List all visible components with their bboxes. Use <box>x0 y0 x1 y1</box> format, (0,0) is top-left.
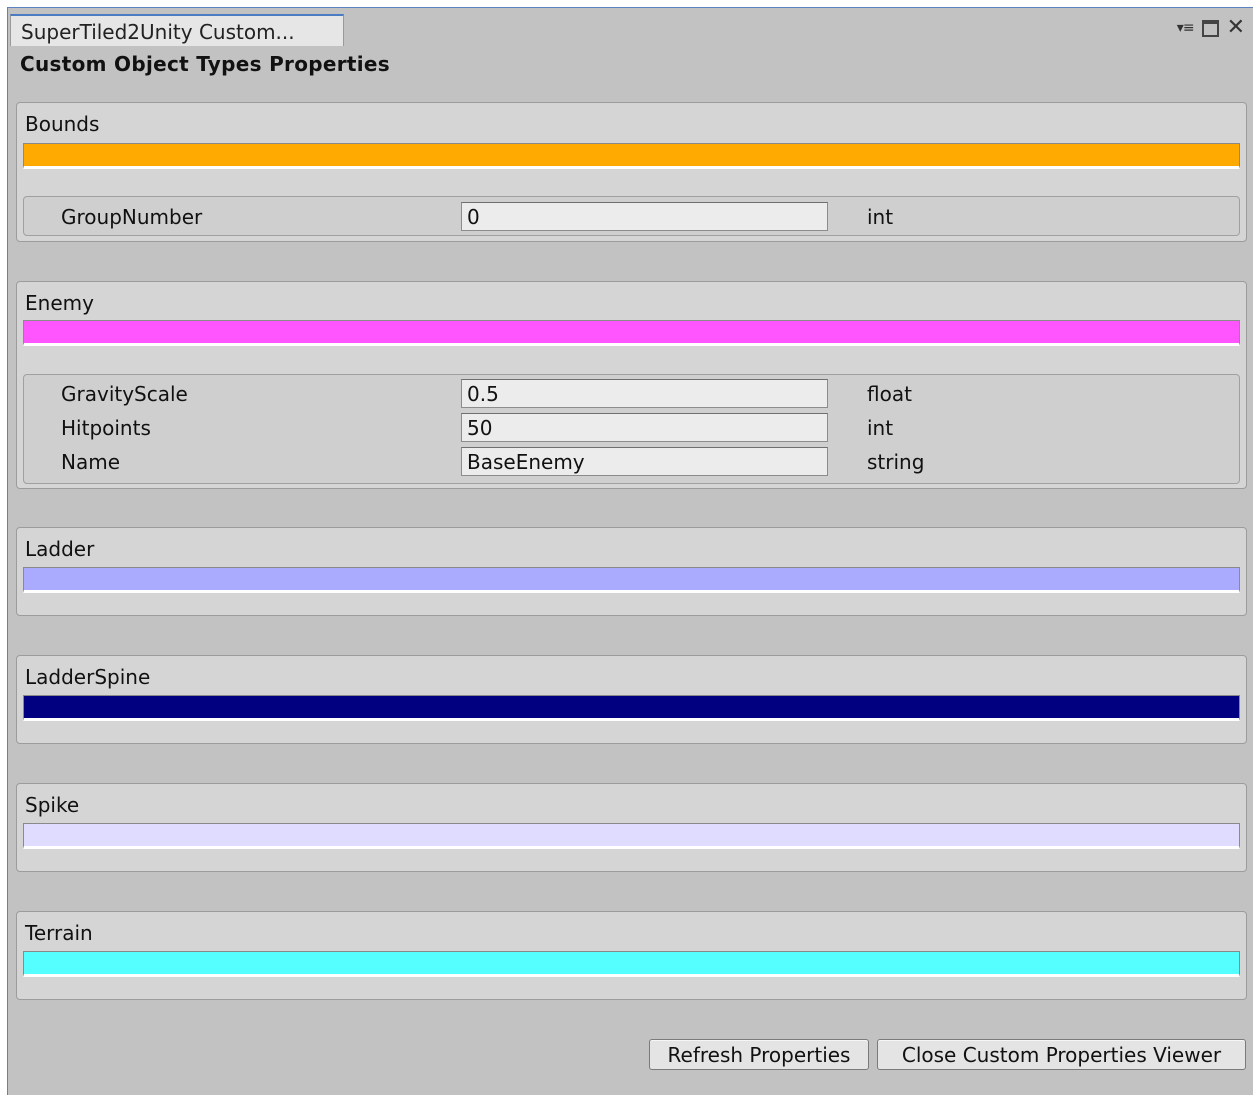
object-type-color-swatch[interactable] <box>23 320 1240 346</box>
page-title: Custom Object Types Properties <box>20 52 390 76</box>
object-type-name: LadderSpine <box>25 665 151 689</box>
object-type-name: Terrain <box>25 921 93 945</box>
object-type-color-swatch[interactable] <box>23 143 1240 169</box>
object-type-name: Spike <box>25 793 80 817</box>
object-type-color-swatch[interactable] <box>23 823 1240 849</box>
property-type: int <box>867 205 894 229</box>
object-type-color-swatch[interactable] <box>23 695 1240 721</box>
property-name: Hitpoints <box>61 416 151 440</box>
property-name: GroupNumber <box>61 205 203 229</box>
object-type-ladderspine: LadderSpine <box>16 655 1247 744</box>
object-type-spike: Spike <box>16 783 1247 872</box>
tab-strip: SuperTiled2Unity Custom... ▾≡ ✕ <box>8 8 1253 46</box>
property-type: int <box>867 416 894 440</box>
property-value-field[interactable]: 50 <box>461 413 828 442</box>
object-type-color-swatch[interactable] <box>23 951 1240 977</box>
object-type-name: Bounds <box>25 112 100 136</box>
object-type-color-swatch[interactable] <box>23 567 1240 593</box>
properties-list: GravityScale 0.5 float Hitpoints 50 int … <box>23 374 1240 484</box>
property-value-field[interactable]: 0.5 <box>461 379 828 408</box>
object-type-terrain: Terrain <box>16 911 1247 1000</box>
property-name: Name <box>61 450 121 474</box>
close-custom-properties-viewer-button[interactable]: Close Custom Properties Viewer <box>877 1039 1246 1070</box>
object-type-enemy: Enemy GravityScale 0.5 float Hitpoints 5… <box>16 281 1247 489</box>
property-name: GravityScale <box>61 382 188 406</box>
property-value-field[interactable]: BaseEnemy <box>461 447 828 476</box>
properties-list: GroupNumber 0 int <box>23 196 1240 236</box>
property-type: float <box>867 382 912 406</box>
property-type: string <box>867 450 925 474</box>
property-row: Hitpoints 50 int <box>24 413 1239 443</box>
property-row: GravityScale 0.5 float <box>24 379 1239 409</box>
object-type-bounds: Bounds GroupNumber 0 int <box>16 102 1247 242</box>
maximize-icon[interactable] <box>1201 19 1219 37</box>
object-type-name: Ladder <box>25 537 95 561</box>
object-type-ladder: Ladder <box>16 527 1247 616</box>
property-row: GroupNumber 0 int <box>24 202 1239 232</box>
tab-supertiled2unity-custom[interactable]: SuperTiled2Unity Custom... <box>10 14 344 46</box>
custom-properties-window: SuperTiled2Unity Custom... ▾≡ ✕ Custom O… <box>7 7 1253 1095</box>
close-icon[interactable]: ✕ <box>1227 17 1245 39</box>
window-controls: ▾≡ ✕ <box>1177 17 1245 39</box>
object-type-name: Enemy <box>25 291 94 315</box>
window-menu-icon[interactable]: ▾≡ <box>1177 18 1195 38</box>
property-row: Name BaseEnemy string <box>24 447 1239 477</box>
property-value-field[interactable]: 0 <box>461 202 828 231</box>
refresh-properties-button[interactable]: Refresh Properties <box>649 1039 869 1070</box>
